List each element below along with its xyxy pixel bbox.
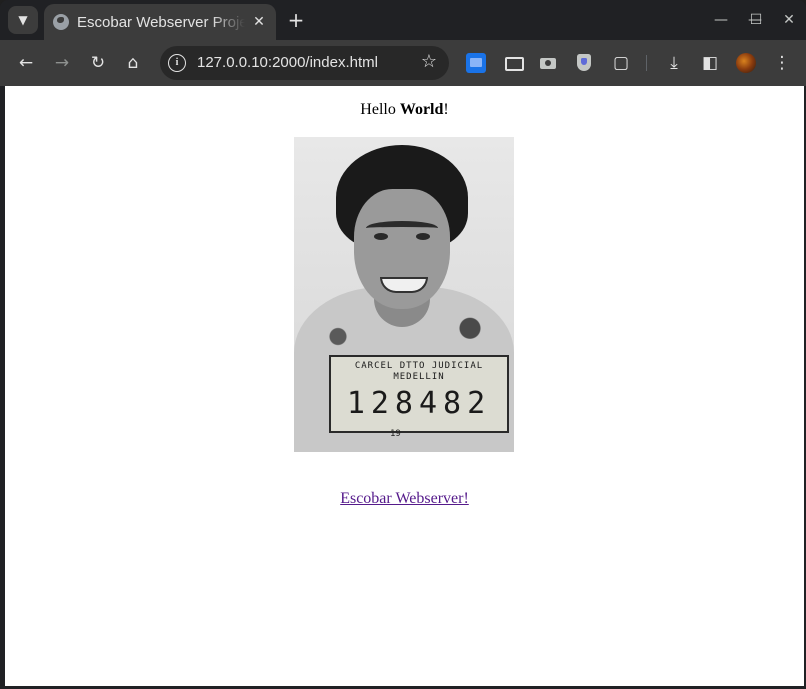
greeting-prefix: Hello xyxy=(360,101,400,118)
greeting: Hello World! xyxy=(5,101,804,119)
profile-avatar[interactable] xyxy=(736,53,756,73)
placard-number: 128482 xyxy=(346,386,492,421)
placard-year: 19 xyxy=(390,429,401,439)
reload-icon[interactable]: ↻ xyxy=(84,49,112,77)
chevron-down-icon: ▼ xyxy=(18,13,28,27)
mugshot-image: CARCEL DTTO JUDICIAL MEDELLIN 128482 19 xyxy=(294,137,514,452)
cast-icon[interactable] xyxy=(503,53,524,73)
toolbar-divider xyxy=(646,55,647,71)
maximize-icon[interactable]: ☐ xyxy=(741,8,771,32)
tab-strip: ▼ Escobar Webserver Project ✕ + — — ☐ ✕ xyxy=(0,0,806,40)
shield-icon[interactable] xyxy=(574,53,594,73)
back-arrow-icon[interactable]: ← xyxy=(12,49,40,77)
extension-icon[interactable] xyxy=(466,53,486,73)
new-tab-button[interactable]: + xyxy=(283,8,309,32)
link-row: Escobar Webserver! xyxy=(5,490,804,508)
download-icon[interactable]: ⤓ xyxy=(660,49,688,77)
page-viewport: Hello World! CARCEL DTTO JUDICIAL MEDELL… xyxy=(5,86,804,686)
photo-placard: CARCEL DTTO JUDICIAL MEDELLIN 128482 xyxy=(329,355,509,433)
greeting-suffix: ! xyxy=(443,101,449,118)
browser-window: ▼ Escobar Webserver Project ✕ + — — ☐ ✕ … xyxy=(0,0,806,689)
camera-icon[interactable] xyxy=(538,53,558,73)
toolbar: ← → ↻ ⌂ i 127.0.0.10:2000/index.html ☆ ▢… xyxy=(0,40,806,86)
placard-line2: MEDELLIN xyxy=(393,372,445,382)
globe-icon xyxy=(53,14,69,30)
tab-search-button[interactable]: ▼ xyxy=(8,6,38,34)
minimize-icon[interactable]: — xyxy=(706,8,736,32)
puzzle-icon[interactable]: ▢ xyxy=(607,49,635,77)
tab-active[interactable]: Escobar Webserver Project ✕ xyxy=(44,4,276,40)
escobar-webserver-link[interactable]: Escobar Webserver! xyxy=(340,490,469,507)
tab-close-icon[interactable]: ✕ xyxy=(251,14,267,30)
home-icon[interactable]: ⌂ xyxy=(119,49,147,77)
star-icon[interactable]: ☆ xyxy=(421,51,437,72)
placard-line1: CARCEL DTTO JUDICIAL xyxy=(354,361,484,371)
close-window-icon[interactable]: ✕ xyxy=(774,8,804,32)
kebab-menu-icon[interactable]: ⋮ xyxy=(768,49,796,77)
info-icon[interactable]: i xyxy=(168,54,186,72)
address-bar[interactable]: i 127.0.0.10:2000/index.html ☆ xyxy=(160,46,449,80)
side-panel-icon[interactable]: ◧ xyxy=(696,49,724,77)
url-text[interactable]: 127.0.0.10:2000/index.html xyxy=(197,54,378,71)
photo-eye-right xyxy=(416,233,430,240)
tab-title: Escobar Webserver Project xyxy=(77,13,245,31)
forward-arrow-icon[interactable]: → xyxy=(48,49,76,77)
greeting-bold: World xyxy=(399,101,444,118)
photo-eye-left xyxy=(374,233,388,240)
